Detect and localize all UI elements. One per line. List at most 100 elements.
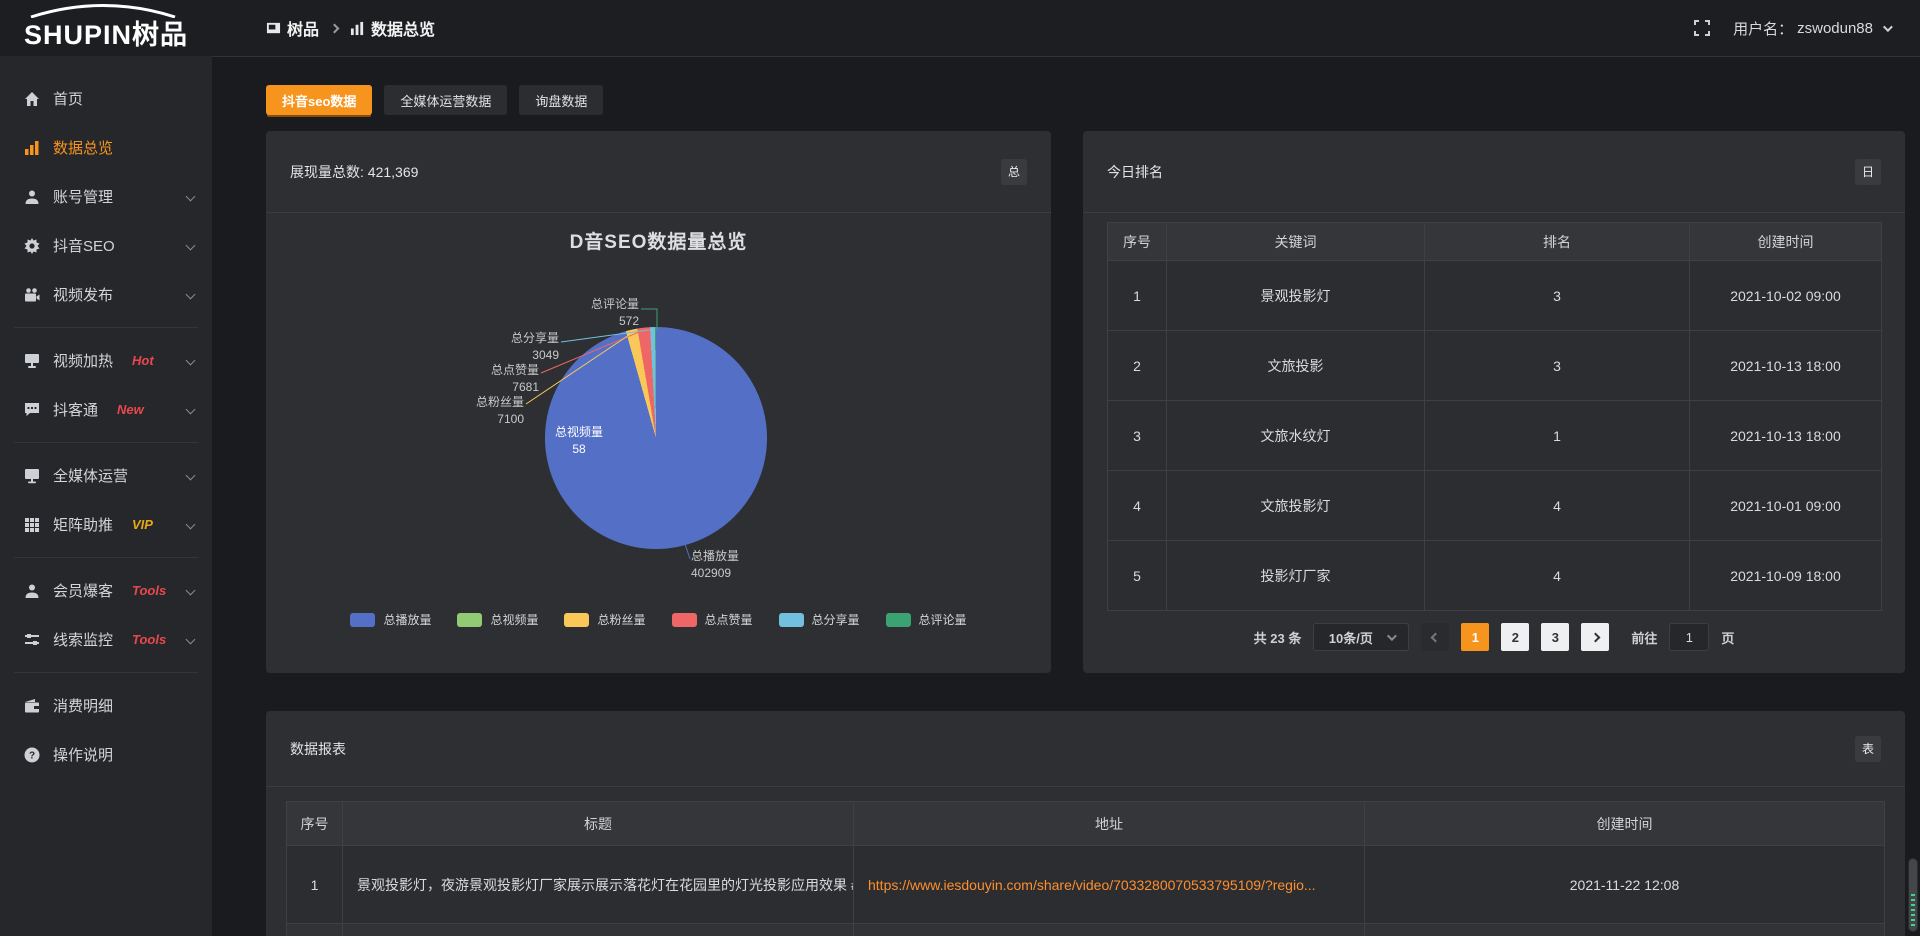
- legend-swatch: [457, 613, 482, 627]
- video-url-link[interactable]: https://www.iesdouyin.com/share/video/70…: [868, 877, 1316, 893]
- new-badge: New: [117, 402, 144, 417]
- wallet-icon: [24, 698, 40, 714]
- table-row: 5 投影灯厂家 4 2021-10-09 18:00: [1108, 541, 1882, 611]
- home-icon: [24, 91, 40, 107]
- video-camera-icon: [24, 287, 40, 303]
- scrollbar-thumb[interactable]: [1908, 858, 1918, 932]
- page-size-select[interactable]: 10条/页: [1313, 623, 1409, 651]
- tab-inquiry-data[interactable]: 询盘数据: [519, 85, 603, 115]
- chart-legend: 总播放量 总视频量 总粉丝量 总点赞量 总分享量 总评论量: [266, 611, 1051, 628]
- sidebar-item-help[interactable]: ? 操作说明: [0, 730, 212, 779]
- tab-douyin-seo-data[interactable]: 抖音seo数据: [266, 85, 372, 115]
- topbar-right: 用户名：zswodun88: [1693, 18, 1920, 39]
- sidebar-item-matrix-boost[interactable]: 矩阵助推 VIP: [0, 500, 212, 549]
- created-time: 2021-11-22 12:08: [1365, 846, 1885, 924]
- legend-swatch: [779, 613, 804, 627]
- sidebar-item-doukengtong[interactable]: 抖客通 New: [0, 385, 212, 434]
- user-menu[interactable]: 用户名：zswodun88: [1733, 18, 1890, 39]
- logo-text: SHUPIN树品: [24, 13, 188, 52]
- pie-label-fans: 总粉丝量7100: [476, 394, 524, 428]
- pie-label-comments: 总评论量572: [591, 296, 639, 330]
- page-button-1[interactable]: 1: [1461, 623, 1489, 651]
- breadcrumb-root[interactable]: 树品: [266, 16, 319, 40]
- chevron-left-icon: [1430, 632, 1440, 642]
- seo-chart-panel: 展现量总数: 421,369 总 D音SEO数据量总览 总评论量572 总分: [266, 131, 1051, 673]
- table-row: 2 文旅投影 3 2021-10-13 18:00: [1108, 331, 1882, 401]
- sidebar-divider: [14, 557, 198, 558]
- total-view-button[interactable]: 总: [1001, 159, 1027, 185]
- pie-label-videos: 总视频量58: [551, 424, 607, 458]
- report-panel-header: 数据报表 表: [266, 711, 1905, 787]
- table-row: 1 景观投影灯 3 2021-10-02 09:00: [1108, 261, 1882, 331]
- grid-icon: [24, 517, 40, 533]
- legend-item-shares[interactable]: 总分享量: [779, 611, 860, 628]
- svg-text:?: ?: [29, 750, 35, 761]
- ranking-table: 序号 关键词 排名 创建时间 1 景观投影灯 3 2021-10-02 09:0…: [1107, 222, 1882, 611]
- sidebar-item-consumption[interactable]: 消费明细: [0, 681, 212, 730]
- report-title: 数据报表: [290, 739, 346, 759]
- sidebar-item-member-burst[interactable]: 会员爆客 Tools: [0, 566, 212, 615]
- pie-chart: D音SEO数据量总览 总评论量572 总分享量3049 总点赞量7681: [266, 213, 1051, 672]
- goto-unit: 页: [1721, 628, 1734, 647]
- sidebar-item-video-publish[interactable]: 视频发布: [0, 270, 212, 319]
- sidebar-item-video-heat[interactable]: 视频加热 Hot: [0, 336, 212, 385]
- breadcrumb: 树品 数据总览: [266, 16, 435, 40]
- legend-item-comments[interactable]: 总评论量: [886, 611, 967, 628]
- breadcrumb-separator-icon: [330, 23, 340, 33]
- chevron-down-icon: [186, 356, 196, 366]
- chevron-right-icon: [1590, 632, 1600, 642]
- table-header-row: 序号 关键词 排名 创建时间: [1108, 223, 1882, 261]
- video-title: 景观投影灯，夜游景观投影灯厂家展示展示落花灯在花园里的灯光投影应用效果 #: [343, 846, 854, 924]
- sidebar-divider: [14, 442, 198, 443]
- chevron-down-icon: [186, 471, 196, 481]
- page-button-2[interactable]: 2: [1501, 623, 1529, 651]
- vip-badge: VIP: [132, 517, 153, 532]
- breadcrumb-current[interactable]: 数据总览: [350, 16, 435, 40]
- question-circle-icon: ?: [24, 747, 40, 763]
- pagination: 共 23 条 10条/页 1 2 3 前往 页: [1083, 623, 1905, 651]
- sidebar-item-data-overview[interactable]: 数据总览: [0, 123, 212, 172]
- sidebar-item-omni-media[interactable]: 全媒体运营: [0, 451, 212, 500]
- pie-label-plays: 总播放量402909: [691, 548, 739, 582]
- fullscreen-icon[interactable]: [1693, 19, 1711, 37]
- legend-swatch: [350, 613, 375, 627]
- legend-item-videos[interactable]: 总视频量: [457, 611, 538, 628]
- table-view-button[interactable]: 表: [1855, 736, 1881, 762]
- monitor-icon: [24, 468, 40, 484]
- sliders-icon: [24, 632, 40, 648]
- tools-badge: Tools: [132, 632, 166, 647]
- tools-badge: Tools: [132, 583, 166, 598]
- data-tabs: 抖音seo数据 全媒体运营数据 询盘数据: [266, 85, 1906, 115]
- top-bar: SHUPIN树品 树品 数据总览 用户名：zswodun88: [0, 0, 1920, 56]
- next-page-button[interactable]: [1581, 623, 1609, 651]
- legend-swatch: [564, 613, 589, 627]
- legend-item-likes[interactable]: 总点赞量: [672, 611, 753, 628]
- day-view-button[interactable]: 日: [1855, 159, 1881, 185]
- chart-panel-header: 展现量总数: 421,369 总: [266, 131, 1051, 213]
- report-table: 序号 标题 地址 创建时间 1 景观投影灯，夜游景观投影灯厂家展示展示落花灯在花…: [286, 801, 1885, 936]
- chevron-down-icon: [186, 405, 196, 415]
- pagination-total: 共 23 条: [1254, 628, 1302, 647]
- ranking-panel-header: 今日排名 日: [1083, 131, 1905, 213]
- legend-swatch: [672, 613, 697, 627]
- page-button-3[interactable]: 3: [1541, 623, 1569, 651]
- prev-page-button[interactable]: [1421, 623, 1449, 651]
- sidebar: 首页 数据总览 账号管理 抖音SEO 视频发布 视频加热 Hot 抖客通 New…: [0, 56, 212, 936]
- legend-item-plays[interactable]: 总播放量: [350, 611, 431, 628]
- sidebar-item-douyin-seo[interactable]: 抖音SEO: [0, 221, 212, 270]
- sidebar-item-lead-monitor[interactable]: 线索监控 Tools: [0, 615, 212, 664]
- user-icon: [24, 583, 40, 599]
- bar-chart-icon: [24, 140, 40, 156]
- gear-icon: [24, 238, 40, 254]
- ranking-title: 今日排名: [1107, 162, 1163, 182]
- table-row: [287, 924, 1885, 936]
- app-square-icon: [266, 21, 281, 36]
- app-logo: SHUPIN树品: [0, 0, 212, 56]
- sidebar-item-home[interactable]: 首页: [0, 74, 212, 123]
- legend-item-fans[interactable]: 总粉丝量: [564, 611, 645, 628]
- tab-omni-media-data[interactable]: 全媒体运营数据: [384, 85, 507, 115]
- sidebar-item-account[interactable]: 账号管理: [0, 172, 212, 221]
- goto-page-input[interactable]: [1669, 623, 1709, 651]
- main-content: 抖音seo数据 全媒体运营数据 询盘数据 展现量总数: 421,369 总 D音…: [212, 56, 1920, 936]
- table-header-row: 序号 标题 地址 创建时间: [287, 802, 1885, 846]
